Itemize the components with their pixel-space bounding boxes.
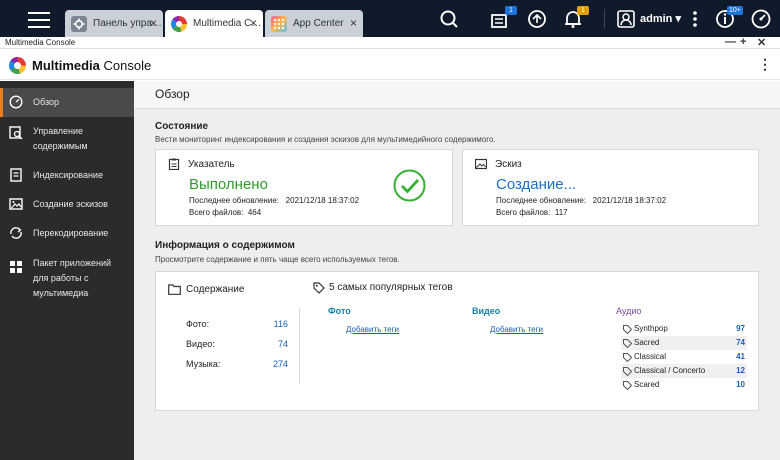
indexer-status-text: Выполнено [189,176,268,193]
page-header: Обзор [134,81,780,109]
content-info-heading: Информация о содержимом [155,240,295,251]
external-devices-icon[interactable] [525,7,549,31]
music-count-label: Музыка: [186,359,221,369]
card-title: Указатель [188,159,235,170]
thumbnail-card: Эскиз Создание... Последнее обновление: … [462,149,759,226]
sidebar-item-indexing[interactable]: Индексирование [0,168,134,183]
thumbnail-status-text: Создание... [496,176,577,193]
tab-multimedia-console[interactable]: Multimedia C… × [165,10,263,37]
transcode-icon [9,226,23,240]
app-more-button[interactable]: ⋮ [758,56,772,73]
video-column-title: Видео [472,306,501,316]
sidebar-item-label: Обзор [33,97,59,107]
alerts-badge: 1 [577,6,589,15]
tag-icon [623,325,633,335]
maximize-button[interactable]: + [740,36,746,48]
user-icon[interactable] [614,7,638,31]
tasks-badge: 1 [505,6,517,15]
app-header: Multimedia Console ⋮ [0,50,780,80]
sidebar-item-content-management[interactable]: Управление содержимым [0,124,134,154]
gear-icon [71,15,87,32]
content-info-card: Содержание Фото: 116 Видео: 74 Музыка: 2… [155,271,759,411]
photo-count-value: 116 [273,319,288,329]
tag-icon [623,353,633,363]
music-count-value: 274 [272,359,288,369]
system-taskbar: Панель упра… × Multimedia C… × App Cente… [0,0,780,37]
sidebar-item-overview[interactable]: Обзор [0,88,134,117]
dashboard-gauge-icon[interactable] [749,7,773,31]
audio-tag-row[interactable]: Scared 10 [621,378,747,392]
sidebar-item-label: Пакет приложений для работы с мультимеди… [33,258,112,298]
multimedia-logo-icon [9,57,26,74]
image-icon [9,197,23,211]
add-photo-tags-link[interactable]: Добавить теги [346,325,399,334]
tag-icon [313,282,325,297]
user-menu[interactable]: admin ▾ [640,12,681,25]
app-title: Multimedia Console [32,58,152,73]
video-count-value: 74 [277,339,288,349]
page-title: Обзор [155,87,190,101]
sidebar-item-label: Перекодирование [33,228,109,238]
tag-icon [623,381,633,391]
last-update-row: Последнее обновление: 2021/12/18 18:37:0… [496,196,667,205]
close-window-button[interactable]: ✕ [757,36,766,49]
total-files-row: Всего файлов: 117 [496,208,568,217]
close-tab-icon[interactable]: × [350,16,357,30]
sidebar-item-thumbnails[interactable]: Создание эскизов [0,197,134,212]
content-info-description: Просмотрите содержание и пять чаще всего… [155,255,400,264]
close-tab-icon[interactable]: × [250,16,257,30]
image-icon [474,158,488,170]
divider [299,308,300,384]
app-center-icon [271,15,287,32]
sidebar: Обзор Управление содержимым Индексирован… [0,81,134,460]
card-title: Эскиз [495,159,522,170]
audio-tag-row[interactable]: Classical 41 [621,350,747,364]
photo-count-label: Фото: [186,319,210,329]
tag-icon [623,339,633,349]
apps-grid-icon [9,260,23,274]
indexer-card: Указатель Выполнено Последнее обновление… [155,149,453,226]
check-circle-icon [393,169,426,202]
photo-column-title: Фото [328,306,351,316]
tag-icon [623,367,633,377]
top-tags-title: 5 самых популярных тегов [329,282,453,293]
document-icon [9,168,23,182]
main-content: Обзор Состояние Вести мониторинг индекси… [134,81,780,460]
divider [604,9,605,29]
main-menu-button[interactable] [28,9,50,29]
tab-app-center[interactable]: App Center × [265,10,363,37]
sidebar-item-transcoding[interactable]: Перекодирование [0,226,134,241]
more-options-icon[interactable] [683,7,707,31]
audio-tag-row[interactable]: Synthpop 97 [621,322,747,336]
status-heading: Состояние [155,121,209,132]
sidebar-item-label: Управление содержимым [33,126,88,151]
clipboard-icon [168,158,180,171]
audio-column-title: Аудио [616,306,642,316]
sidebar-item-label: Индексирование [33,170,103,180]
contents-title: Содержание [186,284,245,295]
sidebar-item-app-bundle[interactable]: Пакет приложений для работы с мультимеди… [0,256,134,301]
search-icon[interactable] [437,7,461,31]
sidebar-item-label: Создание эскизов [33,199,108,209]
close-tab-icon[interactable]: × [150,16,157,30]
video-count-label: Видео: [186,339,215,349]
status-description: Вести мониторинг индексирования и создан… [155,135,496,144]
last-update-row: Последнее обновление: 2021/12/18 18:37:0… [189,196,360,205]
updates-badge: 10+ [727,6,743,15]
folder-icon [168,284,181,298]
window-titlebar: Multimedia Console — + ✕ [0,36,780,49]
tab-label: App Center [293,18,344,29]
window-title: Multimedia Console [5,38,76,47]
content-search-icon [9,126,23,140]
add-video-tags-link[interactable]: Добавить теги [490,325,543,334]
audio-tag-row[interactable]: Classical / Concerto 12 [621,364,747,378]
total-files-row: Всего файлов: 464 [189,208,262,217]
multimedia-logo-icon [171,15,187,32]
tab-control-panel[interactable]: Панель упра… × [65,10,163,37]
audio-tag-row[interactable]: Sacred 74 [621,336,747,350]
minimize-button[interactable]: — [725,36,736,48]
speedometer-icon [9,95,23,109]
